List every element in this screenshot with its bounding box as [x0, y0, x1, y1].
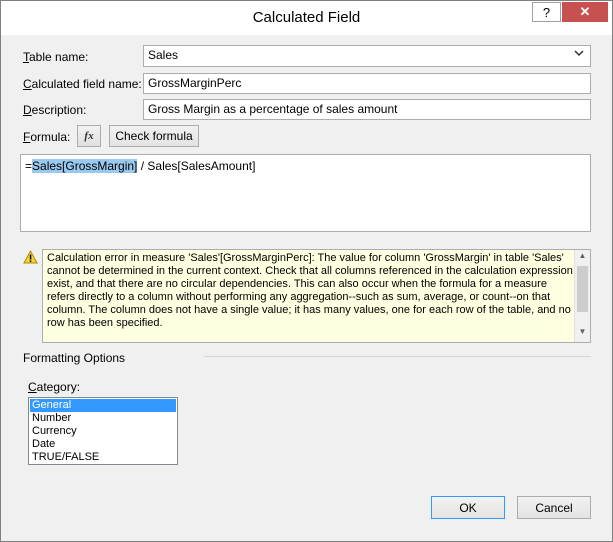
title-bar: Calculated Field ? ✕	[1, 1, 612, 35]
warning-icon	[23, 249, 38, 267]
ok-button[interactable]: OK	[431, 496, 505, 519]
check-formula-button[interactable]: Check formula	[109, 125, 199, 147]
error-message-box: Calculation error in measure 'Sales'[Gro…	[42, 249, 591, 343]
category-item-number[interactable]: Number	[30, 412, 176, 425]
close-button[interactable]: ✕	[562, 2, 608, 22]
error-scrollbar[interactable]: ▲ ▼	[574, 250, 590, 342]
category-item-true-false[interactable]: TRUE/FALSE	[30, 451, 176, 464]
scroll-up-icon[interactable]: ▲	[575, 251, 590, 265]
function-icon: fx	[84, 130, 94, 142]
formula-prefix: =	[25, 159, 33, 173]
help-button[interactable]: ?	[532, 2, 561, 22]
close-icon: ✕	[579, 4, 591, 19]
formula-suffix: / Sales[SalesAmount]	[137, 159, 256, 173]
formula-editor[interactable]: =Sales[GrossMargin] / Sales[SalesAmount]	[20, 154, 591, 232]
category-listbox[interactable]: General Number Currency Date TRUE/FALSE	[28, 397, 178, 465]
calculated-field-dialog: Calculated Field ? ✕ Table name: Sales C…	[0, 0, 613, 542]
formula-label: Formula:	[23, 130, 71, 144]
category-item-general[interactable]: General	[30, 399, 176, 412]
formatting-options-heading: Formatting Options	[23, 351, 126, 365]
calculated-field-name-label: Calculated field name:	[23, 77, 142, 91]
insert-function-button[interactable]: fx	[77, 125, 101, 147]
category-item-currency[interactable]: Currency	[30, 425, 176, 438]
table-name-value: Sales	[148, 48, 179, 62]
calculated-field-name-input[interactable]: GrossMarginPerc	[143, 73, 591, 94]
help-icon: ?	[542, 4, 551, 20]
category-item-date[interactable]: Date	[30, 438, 176, 451]
error-message-text: Calculation error in measure 'Sales'[Gro…	[47, 252, 573, 329]
chevron-down-icon[interactable]	[574, 49, 584, 59]
dialog-title: Calculated Field	[252, 9, 361, 26]
scroll-down-icon[interactable]: ▼	[575, 327, 590, 341]
description-label: Description:	[23, 103, 87, 117]
scroll-thumb[interactable]	[577, 266, 588, 312]
category-label: Category:	[28, 380, 81, 394]
formula-highlighted-text: Sales[GrossMargin]	[32, 159, 138, 173]
table-name-label: Table name:	[23, 50, 89, 64]
cancel-button[interactable]: Cancel	[517, 496, 591, 519]
table-name-combobox[interactable]: Sales	[143, 45, 591, 67]
description-input[interactable]: Gross Margin as a percentage of sales am…	[143, 99, 591, 120]
section-divider	[204, 356, 591, 357]
